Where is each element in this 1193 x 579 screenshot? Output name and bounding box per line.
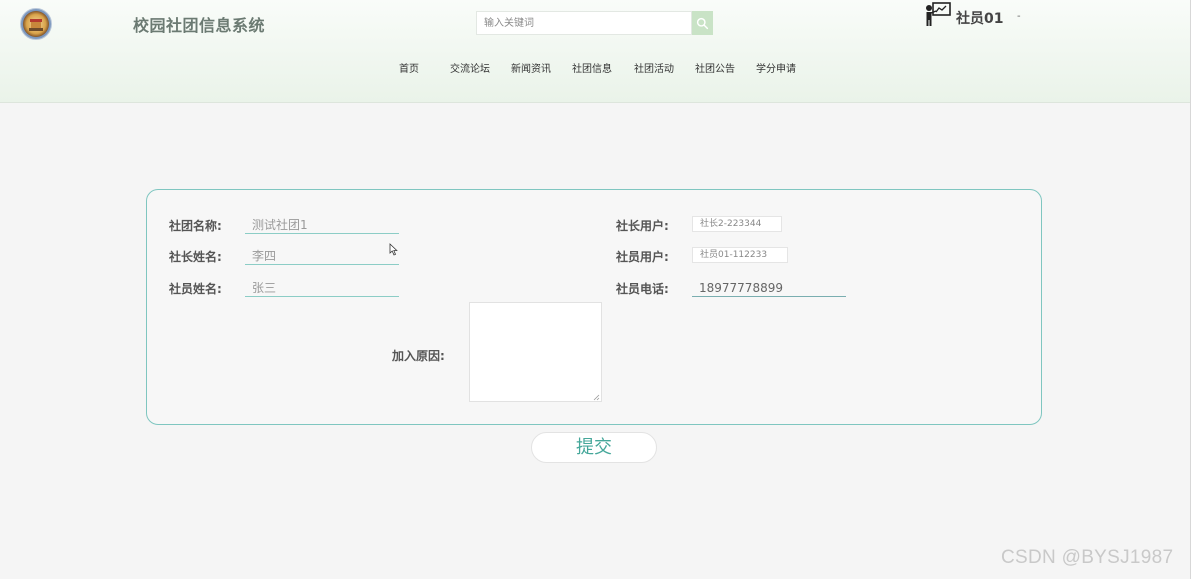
submit-button[interactable]: 提交 [531,432,657,463]
nav-item-club-info[interactable]: 社团信息 [572,60,612,75]
nav-item-home[interactable]: 首页 [399,60,419,75]
club-name-label: 社团名称: [169,219,222,233]
header: 校园社团信息系统 社员01 - 首页 交流论坛 新闻资讯 社团信息 社团活动 社… [0,0,1193,103]
teacher-user-icon[interactable] [924,2,951,27]
watermark: CSDN @BYSJ1987 [1001,547,1174,568]
member-user-select[interactable]: 社员01-112233 [692,247,788,263]
nav-item-news[interactable]: 新闻资讯 [511,60,551,75]
search-icon [696,17,709,29]
main-nav: 首页 交流论坛 新闻资讯 社团信息 社团活动 社团公告 学分申请 [0,60,1193,76]
nav-item-club-activities[interactable]: 社团活动 [634,60,674,75]
member-name-field[interactable] [245,279,399,297]
page: 校园社团信息系统 社员01 - 首页 交流论坛 新闻资讯 社团信息 社团活动 社… [0,0,1193,579]
member-name-label: 社员姓名: [169,282,222,296]
club-name-field[interactable] [245,216,399,234]
member-user-label: 社员用户: [616,250,669,264]
member-phone-label: 社员电话: [616,282,669,296]
resize-grip-icon[interactable] [593,394,600,401]
user-name[interactable]: 社员01 [956,8,1003,28]
reason-textarea[interactable] [469,302,602,402]
president-name-label: 社长姓名: [169,250,222,264]
user-menu-caret[interactable]: - [1017,11,1021,22]
logo-emblem-icon[interactable] [20,8,52,40]
search-button[interactable] [692,11,713,35]
reason-label: 加入原因: [392,349,445,363]
nav-item-forum[interactable]: 交流论坛 [450,60,490,75]
nav-item-credit-apply[interactable]: 学分申请 [756,60,796,75]
search-input[interactable] [476,11,692,35]
site-title: 校园社团信息系统 [133,16,266,35]
president-name-field[interactable] [245,247,399,265]
president-user-label: 社长用户: [616,219,669,233]
logo-emblem-graphic [21,9,51,39]
nav-item-club-notices[interactable]: 社团公告 [695,60,735,75]
president-user-select[interactable]: 社长2-223344 [692,216,782,232]
member-phone-field[interactable] [692,279,846,297]
mouse-cursor-icon [389,243,398,256]
